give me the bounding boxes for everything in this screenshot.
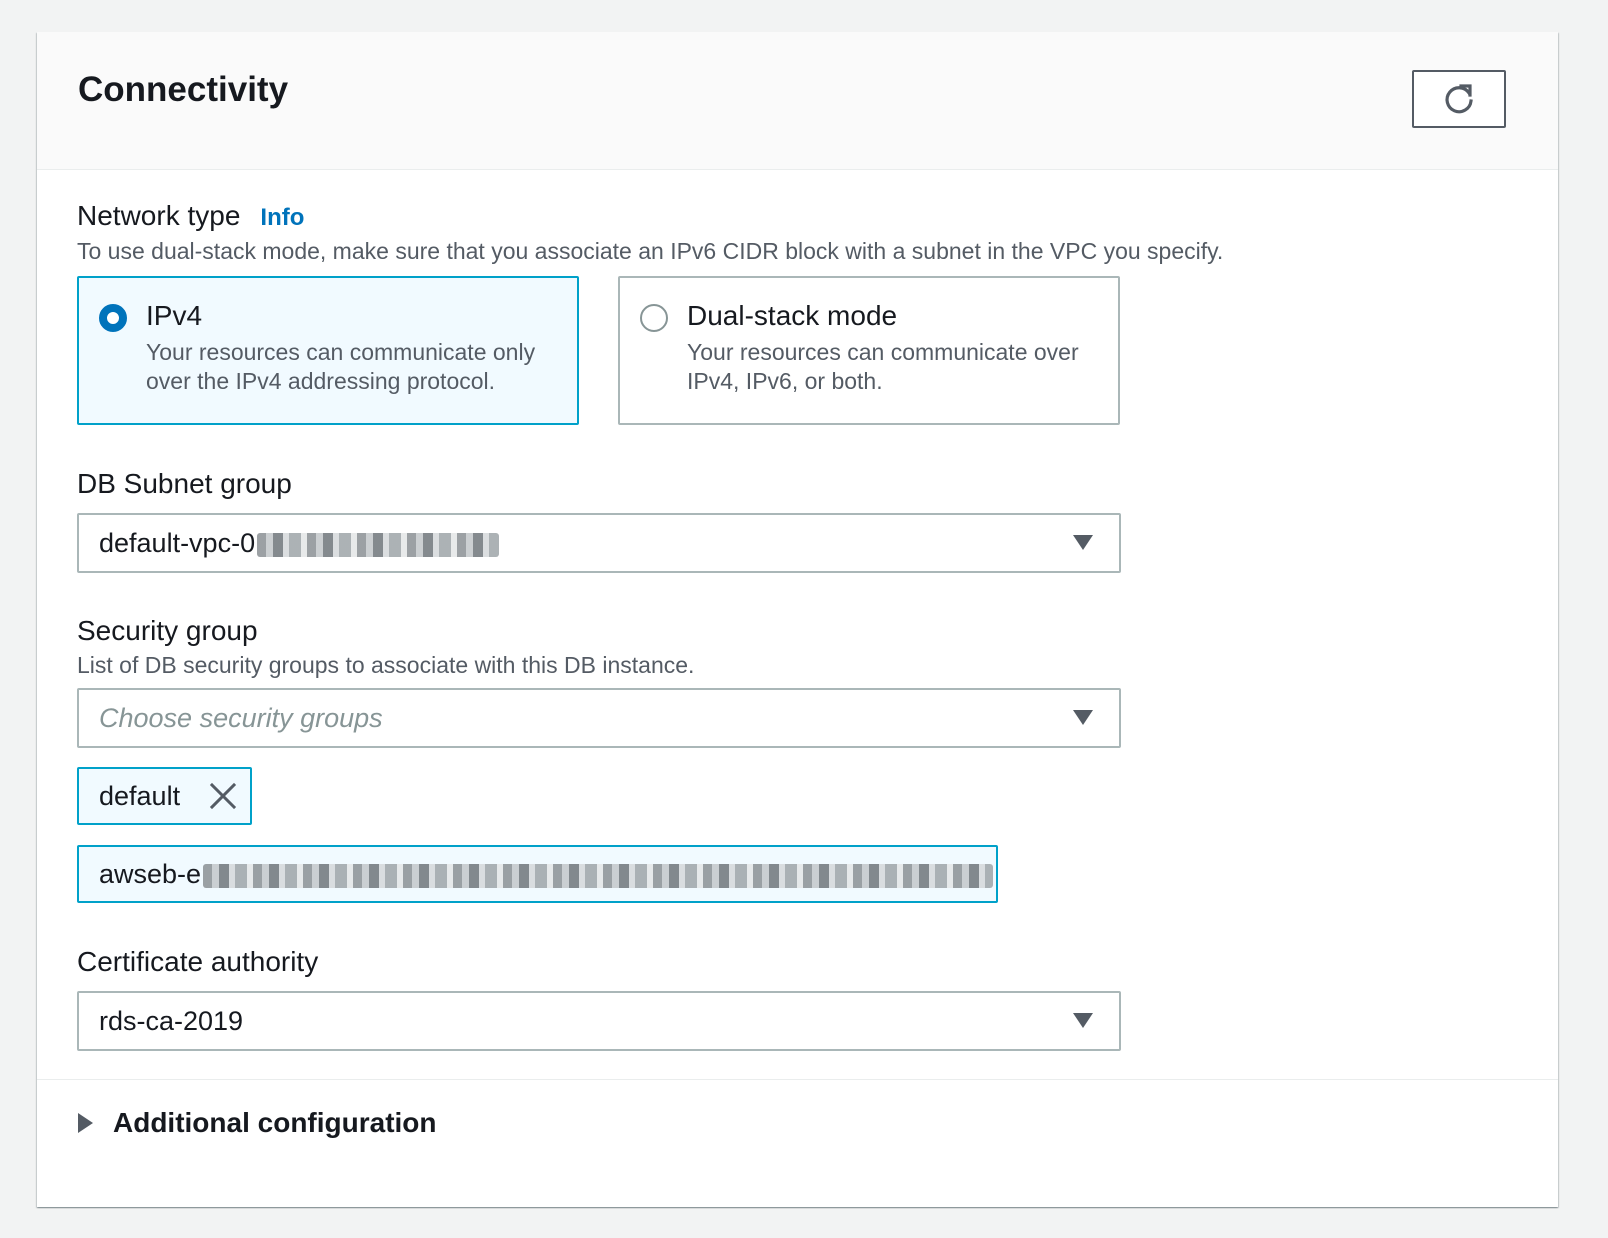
certificate-authority-select[interactable]: rds-ca-2019 bbox=[77, 991, 1121, 1051]
dual-stack-title: Dual-stack mode bbox=[687, 300, 898, 331]
security-group-description: List of DB security groups to associate … bbox=[77, 652, 695, 678]
security-group-label: Security group bbox=[77, 615, 258, 646]
certificate-authority-value: rds-ca-2019 bbox=[99, 1006, 244, 1036]
additional-configuration-toggle[interactable]: Additional configuration bbox=[78, 1107, 437, 1139]
panel-title: Connectivity bbox=[78, 70, 289, 109]
ipv4-title: IPv4 bbox=[146, 300, 203, 331]
refresh-icon bbox=[1445, 84, 1473, 114]
ipv4-radio[interactable] bbox=[99, 304, 127, 332]
caret-right-icon bbox=[78, 1113, 93, 1133]
network-type-info-link[interactable]: Info bbox=[260, 204, 304, 231]
caret-down-icon bbox=[1073, 1013, 1093, 1028]
close-icon[interactable] bbox=[209, 782, 237, 815]
connectivity-panel: Connectivity Network type Info To use dua… bbox=[37, 32, 1558, 1207]
network-type-description: To use dual-stack mode, make sure that y… bbox=[77, 238, 1224, 264]
db-subnet-group-value-wrap: default-vpc-0 bbox=[99, 528, 500, 559]
redacted-mask bbox=[257, 532, 500, 557]
db-subnet-group-label: DB Subnet group bbox=[77, 468, 292, 499]
token-label: default bbox=[99, 781, 181, 811]
divider bbox=[37, 1079, 1558, 1080]
network-type-field: Network type Info bbox=[77, 200, 304, 232]
security-group-token-default: default bbox=[77, 767, 252, 825]
certificate-authority-label: Certificate authority bbox=[77, 946, 319, 977]
db-subnet-group-value: default-vpc-0 bbox=[99, 528, 256, 558]
dual-stack-description: Your resources can communicate over IPv4… bbox=[687, 339, 1079, 394]
security-group-token-awseb: awseb-e bbox=[77, 845, 998, 903]
redacted-mask bbox=[203, 863, 994, 888]
token-label-wrap: awseb-e bbox=[99, 859, 994, 890]
security-group-select[interactable]: Choose security groups bbox=[77, 688, 1121, 748]
network-type-option-ipv4[interactable]: IPv4 Your resources can communicate only… bbox=[77, 276, 579, 425]
security-group-placeholder: Choose security groups bbox=[99, 703, 383, 733]
db-subnet-group-select[interactable]: default-vpc-0 bbox=[77, 513, 1121, 573]
token-label: awseb-e bbox=[99, 859, 202, 889]
network-type-label: Network type bbox=[77, 200, 241, 231]
network-type-option-dual-stack[interactable]: Dual-stack mode Your resources can commu… bbox=[618, 276, 1120, 425]
additional-configuration-label: Additional configuration bbox=[113, 1107, 437, 1138]
caret-down-icon bbox=[1073, 535, 1093, 550]
caret-down-icon bbox=[1073, 710, 1093, 725]
ipv4-description: Your resources can communicate only over… bbox=[146, 339, 536, 394]
dual-stack-radio[interactable] bbox=[640, 304, 668, 332]
panel-header: Connectivity bbox=[37, 32, 1558, 170]
refresh-button[interactable] bbox=[1412, 70, 1506, 128]
